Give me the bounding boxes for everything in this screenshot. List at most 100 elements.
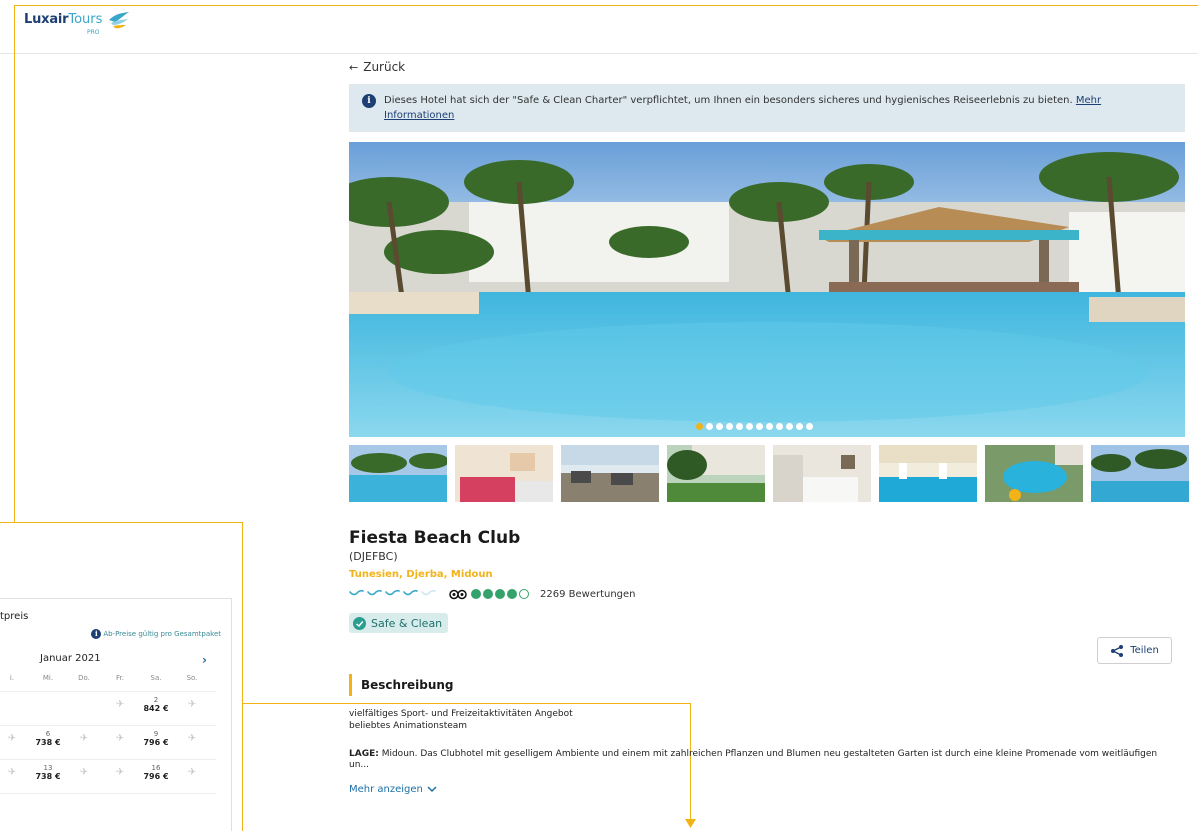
hero-image-pool[interactable] [349, 142, 1185, 437]
bird-rating-icon [349, 589, 436, 596]
review-count[interactable]: 2269 Bewertungen [540, 589, 636, 600]
description-location: LAGE: Midoun. Das Clubhotel mit gesellig… [349, 749, 1169, 771]
calendar-day-unavailable: ✈ [174, 725, 210, 759]
calendar-day-unavailable: ✈ [102, 759, 138, 793]
calendar-day-cell[interactable]: 2 842 € [138, 691, 174, 725]
logo-text-tours: Tours [68, 12, 103, 27]
arrow-left-icon: ← [349, 60, 359, 74]
airplane-icon: ✈ [7, 767, 17, 778]
thumbnail-aerial-pool[interactable] [985, 445, 1083, 502]
hotel-location: Tunesien, Djerba, Midoun [349, 569, 493, 580]
share-button[interactable]: Teilen [1097, 637, 1172, 664]
calendar-day-unavailable: ✈ [174, 691, 210, 725]
carousel-dot-7[interactable] [755, 423, 763, 430]
rating-dot-icon [471, 589, 481, 599]
calendar-price-note: i Ab-Preise gültig pro Gesamtpaket [91, 629, 221, 639]
tripadvisor-owl-icon [449, 589, 467, 599]
calendar-day-number: 13 [43, 764, 53, 772]
hotel-name: Fiesta Beach Club [349, 528, 521, 548]
carousel-dot-10[interactable] [785, 423, 793, 430]
annotation-line [242, 703, 691, 704]
rating-dot-icon [483, 589, 493, 599]
share-icon [1111, 644, 1124, 657]
calendar-day-empty [30, 691, 66, 725]
calendar-day-unavailable: ✈ [66, 725, 102, 759]
arrow-down-icon [685, 819, 696, 828]
weekday-label: Mi. [42, 674, 54, 682]
calendar-day-cell[interactable]: 9 796 € [138, 725, 174, 759]
airplane-icon: ✈ [79, 767, 89, 778]
weekday-label: i. [9, 674, 15, 682]
airplane-icon: ✈ [187, 699, 197, 710]
location-text: Midoun. Das Clubhotel mit geselligem Amb… [349, 749, 1158, 770]
annotation-line [0, 522, 243, 523]
thumbnail-garden[interactable] [667, 445, 765, 502]
description-line: beliebtes Animationsteam [349, 721, 468, 731]
carousel-dot-6[interactable] [745, 423, 753, 430]
airplane-icon: ✈ [187, 733, 197, 744]
calendar-day-number: 9 [153, 730, 159, 738]
calendar-month: Januar 2021 [40, 653, 101, 664]
location-label: LAGE: [349, 749, 379, 759]
calendar-day-cell[interactable]: 6 738 € [30, 725, 66, 759]
calendar-day-price: 842 € [143, 704, 169, 713]
back-link[interactable]: ← Zurück [349, 60, 405, 74]
weekday-label: Fr. [116, 674, 124, 682]
rating-dot-icon [495, 589, 505, 599]
annotation-line [14, 5, 1198, 6]
calendar-day-price: 738 € [35, 738, 61, 747]
chevron-right-icon[interactable]: › [202, 653, 207, 667]
calendar-day-unavailable: ✈ [0, 725, 30, 759]
calendar-day-cell[interactable]: 16 796 € [138, 759, 174, 793]
thumbnail-restaurant[interactable] [561, 445, 659, 502]
carousel-dot-3[interactable] [715, 423, 723, 430]
rating-row: 2269 Bewertungen [349, 587, 636, 601]
airplane-icon: ✈ [115, 733, 125, 744]
logo-text-luxair: Luxair [24, 12, 69, 27]
carousel-dot-9[interactable] [775, 423, 783, 430]
tripadvisor-rating-dots [471, 589, 529, 599]
calendar-day-number: 16 [151, 764, 161, 772]
calendar-day-price: 796 € [143, 772, 169, 781]
description-heading: Beschreibung [349, 674, 454, 696]
calendar-day-unavailable: ✈ [66, 759, 102, 793]
thumbnail-room[interactable] [455, 445, 553, 502]
description-line: vielfältiges Sport- und Freizeitaktivitä… [349, 709, 573, 719]
carousel-dot-8[interactable] [765, 423, 773, 430]
thumbnail-indoor-pool[interactable] [879, 445, 977, 502]
carousel-dot-12[interactable] [805, 423, 813, 430]
show-more-link[interactable]: Mehr anzeigen [349, 784, 437, 795]
chevron-down-icon [427, 786, 437, 793]
leaf-check-icon [353, 616, 366, 630]
safe-clean-label: Safe & Clean [371, 616, 443, 630]
thumbnail-strip [349, 445, 1198, 502]
hotel-code: (DJEFBC) [349, 550, 398, 563]
carousel-dot-2[interactable] [705, 423, 713, 430]
share-label: Teilen [1130, 645, 1159, 656]
bird-icon [109, 12, 129, 29]
logo-pro-label: PRO [87, 29, 100, 36]
notice-text: Dieses Hotel hat sich der "Safe & Clean … [384, 95, 1076, 106]
back-link-label: Zurück [363, 60, 406, 74]
calendar-day-unavailable: ✈ [174, 759, 210, 793]
calendar-day-price: 796 € [143, 738, 169, 747]
carousel-dot-5[interactable] [735, 423, 743, 430]
calendar-day-number: 2 [153, 696, 159, 704]
luxair-tours-logo[interactable]: Luxair Tours PRO [24, 12, 129, 40]
show-more-label: Mehr anzeigen [349, 784, 423, 795]
carousel-dot-11[interactable] [795, 423, 803, 430]
calendar-divider [0, 793, 216, 794]
calendar-day-cell[interactable]: 13 738 € [30, 759, 66, 793]
top-header: Luxair Tours PRO [0, 0, 1198, 54]
carousel-dot-4[interactable] [725, 423, 733, 430]
calendar-day-unavailable: ✈ [102, 691, 138, 725]
safe-clean-notice: i Dieses Hotel hat sich der "Safe & Clea… [349, 84, 1185, 132]
thumbnail-bedroom[interactable] [773, 445, 871, 502]
carousel-dot-1[interactable] [695, 423, 703, 430]
safe-clean-badge: Safe & Clean [349, 613, 449, 633]
thumbnail-beach[interactable] [1091, 445, 1189, 502]
calendar-title: tpreis [0, 611, 29, 622]
airplane-icon: ✈ [115, 699, 125, 710]
pool-photo [349, 142, 1185, 437]
thumbnail-pool[interactable] [349, 445, 447, 502]
